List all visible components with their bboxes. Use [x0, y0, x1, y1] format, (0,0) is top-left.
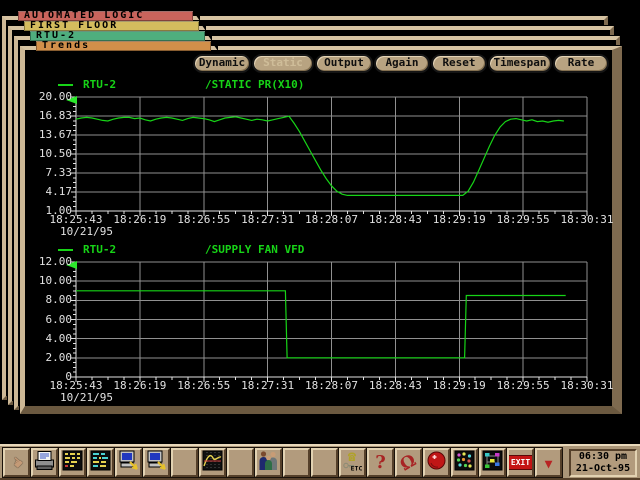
- exit-button[interactable]: EXIT: [507, 448, 534, 477]
- undo-hook-button[interactable]: Ω: [395, 448, 422, 477]
- pointing-hand-icon: ☚: [11, 453, 21, 472]
- y-tick-label: 10.00: [30, 275, 72, 287]
- y-tick-label: 6.00: [30, 314, 72, 326]
- taskbar-buttons: ☚ ☎ETC? Ω EXIT ▼: [3, 448, 563, 477]
- pointing-hand-button[interactable]: ☚: [3, 448, 30, 477]
- series-legend-label: RTU-2: [83, 79, 116, 90]
- operators-icon: [258, 449, 279, 476]
- network-modules-button[interactable]: [479, 448, 506, 477]
- x-tick-label: 18:26:55: [175, 214, 233, 226]
- color-dots-icon: [454, 449, 475, 476]
- phone-etc-button[interactable]: ☎ETC: [339, 448, 366, 477]
- x-tick-label: 18:30:31: [558, 380, 616, 392]
- clock-time: 06:30 pm: [571, 451, 635, 463]
- x-tick-label: 18:28:07: [303, 214, 361, 226]
- chart-title: /SUPPLY FAN VFD: [205, 244, 304, 255]
- toolbar-button-timespan[interactable]: Timespan: [488, 54, 552, 73]
- date-label: 10/21/95: [60, 226, 113, 238]
- x-tick-label: 18:29:19: [430, 214, 488, 226]
- taskbar-blank-slot: [283, 448, 310, 477]
- series-legend-label: RTU-2: [83, 244, 116, 255]
- x-tick-label: 18:29:19: [430, 380, 488, 392]
- alarm-sphere-button[interactable]: [423, 448, 450, 477]
- trend-plot: [66, 91, 593, 217]
- dropdown-arrow-icon: ▼: [545, 453, 553, 472]
- trend-chart-button[interactable]: [199, 448, 226, 477]
- status-display-icon: [90, 449, 111, 476]
- trend-toolbar: DynamicStaticOutputAgainResetTimespanRat…: [193, 54, 609, 73]
- trend-chart-icon: [202, 449, 223, 476]
- dropdown-arrow-button[interactable]: ▼: [535, 448, 562, 477]
- y-tick-label: 16.83: [30, 110, 72, 122]
- trend-line: [76, 116, 564, 195]
- printer-button[interactable]: [31, 448, 58, 477]
- terminal-display-icon: [62, 449, 83, 476]
- x-tick-label: 18:28:43: [366, 380, 424, 392]
- alarm-sphere-icon: [426, 449, 447, 476]
- status-display-button[interactable]: [87, 448, 114, 477]
- window-tab-label: Trends: [42, 40, 90, 51]
- x-tick-label: 18:28:43: [366, 214, 424, 226]
- toolbar-button-rate[interactable]: Rate: [553, 54, 609, 73]
- x-tick-label: 18:26:19: [111, 214, 169, 226]
- x-tick-label: 18:27:31: [239, 214, 297, 226]
- svg-text:ETC: ETC: [351, 465, 363, 473]
- workstation-download-2-button[interactable]: [143, 448, 170, 477]
- phone-etc-icon: ☎ETC: [342, 449, 363, 476]
- toolbar-button-static[interactable]: Static: [252, 54, 314, 73]
- y-tick-label: 12.00: [30, 256, 72, 268]
- taskbar: ☚ ☎ETC? Ω EXIT ▼ 06:30 pm 21-Oct-95: [0, 444, 640, 480]
- x-tick-label: 18:26:55: [175, 380, 233, 392]
- taskbar-blank-slot: [171, 448, 198, 477]
- y-tick-label: 20.00: [30, 91, 72, 103]
- x-tick-label: 18:29:55: [494, 380, 552, 392]
- y-tick-label: 10.50: [30, 148, 72, 160]
- x-tick-label: 18:29:55: [494, 214, 552, 226]
- toolbar-button-dynamic[interactable]: Dynamic: [193, 54, 251, 73]
- x-tick-label: 18:28:07: [303, 380, 361, 392]
- svg-text:☎: ☎: [348, 449, 357, 465]
- help-question-icon: ?: [375, 453, 386, 472]
- trend-plot: [66, 256, 593, 383]
- printer-icon: [34, 449, 55, 476]
- toolbar-button-reset[interactable]: Reset: [431, 54, 487, 73]
- series-legend-dash: [58, 249, 73, 251]
- clock-date: 21-Oct-95: [571, 463, 635, 475]
- y-tick-label: 4.00: [30, 333, 72, 345]
- help-question-button[interactable]: ?: [367, 448, 394, 477]
- trend-line: [76, 291, 566, 358]
- y-tick-label: 8.00: [30, 294, 72, 306]
- y-tick-label: 4.17: [30, 186, 72, 198]
- workstation-download-2-icon: [146, 449, 167, 476]
- operators-button[interactable]: [255, 448, 282, 477]
- exit-label: EXIT: [508, 455, 533, 470]
- x-tick-label: 18:27:31: [239, 380, 297, 392]
- y-tick-label: 2.00: [30, 352, 72, 364]
- workstation-download-1-button[interactable]: [115, 448, 142, 477]
- taskbar-blank-slot: [227, 448, 254, 477]
- toolbar-button-output[interactable]: Output: [315, 54, 373, 73]
- color-dots-button[interactable]: [451, 448, 478, 477]
- date-label: 10/21/95: [60, 392, 113, 404]
- chart-title: /STATIC PR(X10): [205, 79, 304, 90]
- clock-panel: 06:30 pm 21-Oct-95: [569, 449, 637, 477]
- toolbar-button-again[interactable]: Again: [374, 54, 430, 73]
- undo-hook-icon: Ω: [401, 453, 416, 472]
- terminal-display-button[interactable]: [59, 448, 86, 477]
- x-tick-label: 18:26:19: [111, 380, 169, 392]
- workstation-download-1-icon: [118, 449, 139, 476]
- x-tick-label: 18:30:31: [558, 214, 616, 226]
- y-tick-label: 7.33: [30, 167, 72, 179]
- window-tab-trends[interactable]: Trends: [36, 41, 211, 51]
- series-legend-dash: [58, 84, 73, 86]
- taskbar-blank-slot: [311, 448, 338, 477]
- network-modules-icon: [482, 449, 503, 476]
- desktop: AUTOMATED LOGIC FIRST FLOOR RTU-2 Trends…: [0, 0, 640, 480]
- y-tick-label: 13.67: [30, 129, 72, 141]
